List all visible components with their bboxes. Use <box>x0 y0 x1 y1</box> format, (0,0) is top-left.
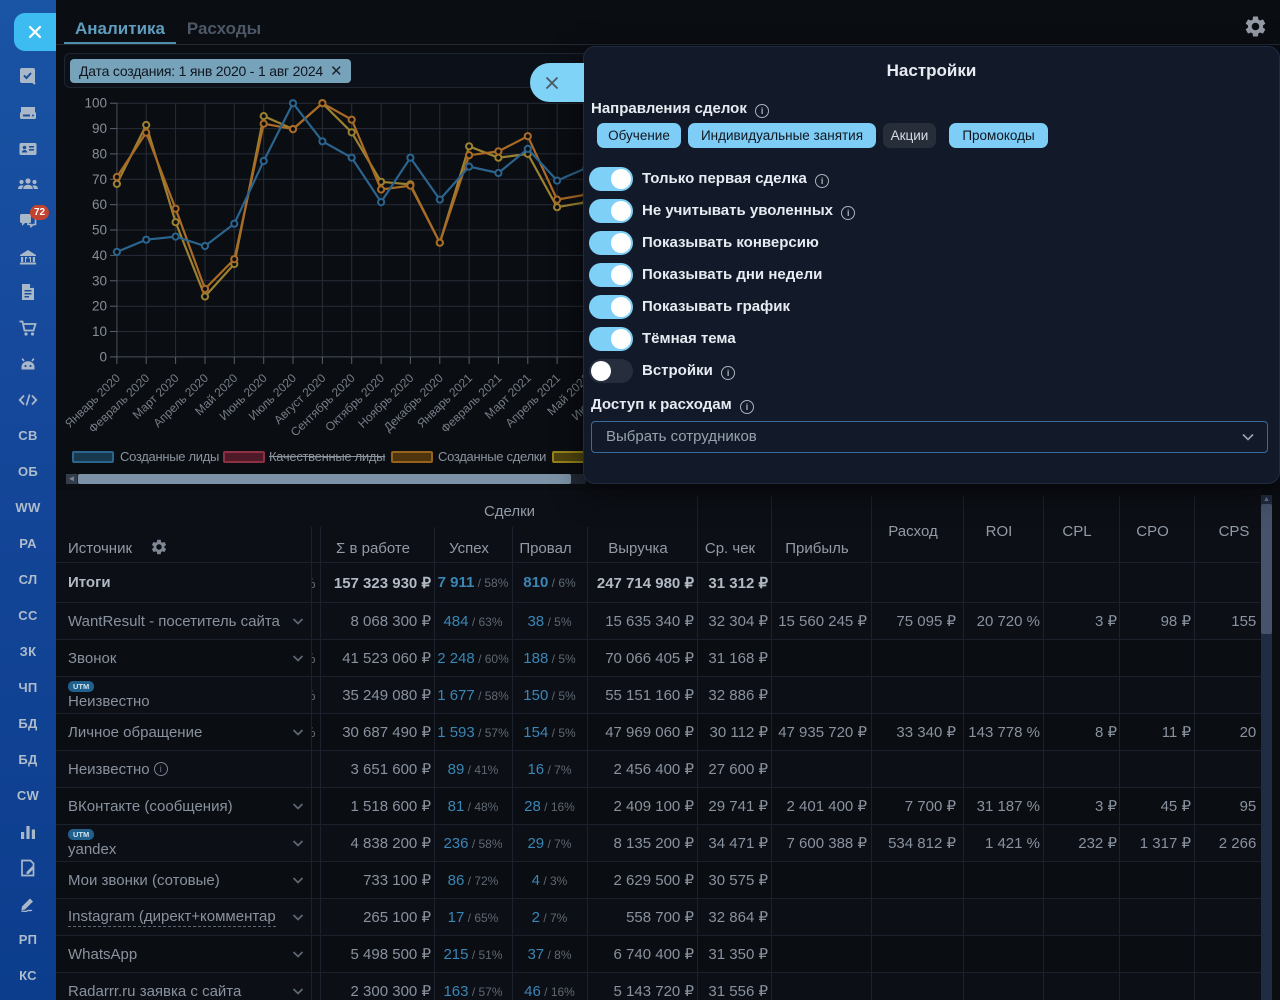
svg-text:30: 30 <box>92 273 107 288</box>
svg-text:0: 0 <box>99 349 107 364</box>
svg-text:50: 50 <box>92 223 107 238</box>
svg-text:20: 20 <box>92 299 107 314</box>
svg-text:90: 90 <box>92 121 107 136</box>
svg-text:60: 60 <box>92 197 107 212</box>
svg-text:40: 40 <box>92 248 107 263</box>
svg-text:80: 80 <box>92 146 107 161</box>
svg-text:70: 70 <box>92 172 107 187</box>
svg-text:100: 100 <box>84 96 107 111</box>
svg-text:10: 10 <box>92 324 107 339</box>
